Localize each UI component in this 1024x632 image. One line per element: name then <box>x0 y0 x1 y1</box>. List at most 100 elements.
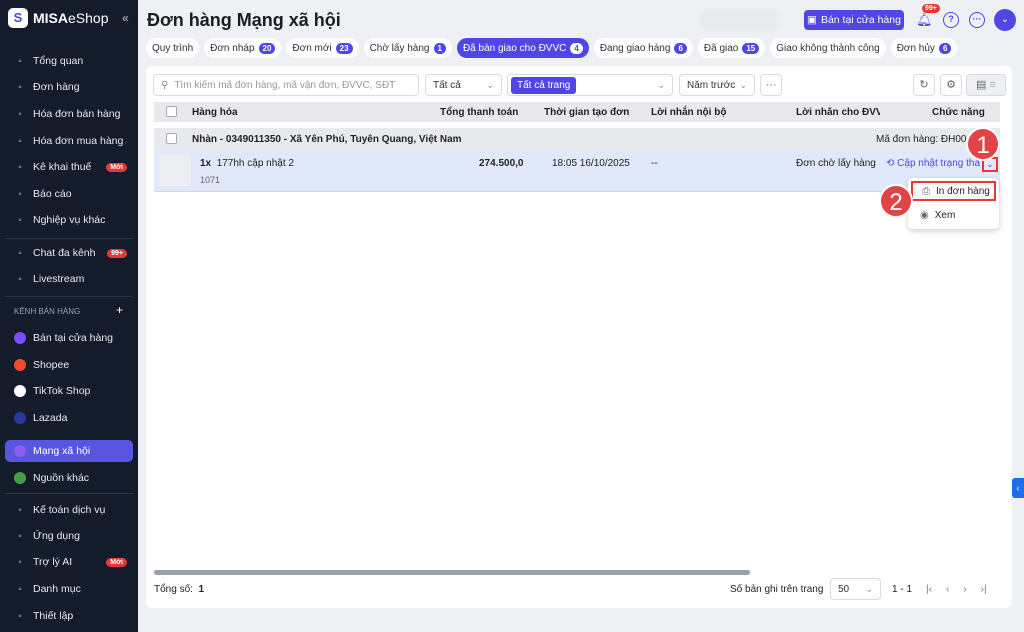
tab-count: 6 <box>674 42 687 54</box>
tab[interactable]: Đã bàn giao cho ĐVVC 4 <box>456 38 589 58</box>
prev-page-icon[interactable]: ‹ <box>946 584 949 595</box>
filter-select[interactable]: Tất cả ⌄ <box>425 74 502 96</box>
card-view-icon[interactable]: ▤ <box>976 79 986 91</box>
tab[interactable]: Giao không thành công <box>770 38 886 58</box>
order-code: Mã đơn hàng: ĐH00 <box>876 134 967 145</box>
select-all-checkbox[interactable] <box>166 106 177 117</box>
sidebar-item[interactable]: Shopee <box>5 354 133 376</box>
sidebar-item[interactable]: ◦ Thiết lập <box>5 605 133 627</box>
col-carrier-note: Lời nhắn cho ĐVVC <box>796 107 880 118</box>
list-view-icon[interactable]: ≡ <box>990 79 996 91</box>
sidebar-item[interactable]: ◦ Hóa đơn bán hàng <box>5 103 133 125</box>
add-channel-button[interactable]: + <box>116 303 123 317</box>
tab[interactable]: Đơn nháp 20 <box>204 38 282 58</box>
sidebar-item[interactable]: Bán tại cửa hàng <box>5 327 133 349</box>
tab[interactable]: Đơn hủy 6 <box>890 38 958 58</box>
sidebar-item[interactable]: ◦ Livestream <box>5 268 133 290</box>
tab-label: Đơn hủy <box>896 42 935 54</box>
collapse-sidebar-icon[interactable]: « <box>122 11 129 25</box>
sidebar-item-label: Danh mục <box>33 583 81 595</box>
list-icon: ◦ <box>18 214 22 226</box>
first-page-icon[interactable]: |‹ <box>926 584 932 595</box>
update-status-label: Cập nhật trạng thá <box>897 158 981 169</box>
order-checkbox[interactable] <box>166 133 177 144</box>
store-sale-button[interactable]: ▣ Bán tại cửa hàng <box>804 10 904 30</box>
sidebar-item-label: Hóa đơn mua hàng <box>33 135 124 147</box>
sidebar-item[interactable]: Nguồn khác <box>5 467 133 489</box>
avatar[interactable]: ⌄ <box>994 9 1016 31</box>
tab-label: Chờ lấy hàng <box>369 42 430 54</box>
sidebar-item[interactable]: ◦ Tổng quan <box>5 50 133 72</box>
chart-icon: ◦ <box>18 188 22 200</box>
col-total: Tổng thanh toán <box>440 107 519 118</box>
notification-badge: 99+ <box>922 4 940 13</box>
last-page-icon[interactable]: ›| <box>981 584 987 595</box>
sidebar-item[interactable]: ◦ Trợ lý AI Mới <box>5 551 133 573</box>
sidebar-item[interactable]: ◦ Báo cáo <box>5 183 133 205</box>
next-page-icon[interactable]: › <box>963 584 966 595</box>
sidebar-item-label: Shopee <box>33 359 70 371</box>
bell-icon[interactable]: 🔔︎ <box>916 12 933 28</box>
more-filters-button[interactable]: ··· <box>760 74 782 96</box>
eye-icon: ◉ <box>920 209 929 221</box>
actions-dropdown-menu: ⎙ In đơn hàng ◉ Xem <box>908 178 999 229</box>
internal-note: -- <box>651 158 658 169</box>
tab[interactable]: Đã giao 15 <box>697 38 766 58</box>
print-order-label: In đơn hàng <box>936 185 990 197</box>
sidebar-item-label: Hóa đơn bán hàng <box>33 108 121 120</box>
page-range: 1 - 1 <box>892 584 913 595</box>
tab-count: 20 <box>258 42 276 54</box>
sidebar-item[interactable]: ◦ Kê khai thuế Mới <box>5 156 133 178</box>
sidebar-item-label: Trợ lý AI <box>33 556 73 568</box>
per-page-label: Số bản ghi trên trang <box>730 584 824 595</box>
livestream-icon: ◦ <box>18 273 22 285</box>
tab[interactable]: Đang giao hàng 6 <box>593 38 693 58</box>
tab-label: Đơn nháp <box>210 42 255 54</box>
sidebar-item[interactable]: TikTok Shop <box>5 380 133 402</box>
tab-label: Đã bàn giao cho ĐVVC <box>462 42 567 54</box>
sidebar-item-label: Chat đa kênh <box>33 247 96 259</box>
sidebar-item[interactable]: ◦ Kế toán dịch vụ <box>5 499 133 521</box>
tab[interactable]: Đơn mới 23 <box>286 38 359 58</box>
table-row[interactable]: 1x 177hh cập nhật 2 1071 274.500,0 18:05… <box>154 150 1000 192</box>
sidebar-item[interactable]: Lazada <box>5 407 133 429</box>
divider <box>5 238 133 239</box>
expand-panel-icon[interactable]: ‹ <box>1012 478 1024 498</box>
tax-icon: ◦ <box>18 161 22 173</box>
search-input[interactable]: ⚲ Tìm kiếm mã đơn hàng, mã vận đơn, ĐVVC,… <box>153 74 419 96</box>
settings-icon[interactable]: ⚙ <box>940 74 962 96</box>
apps-icon: ◦ <box>18 530 22 542</box>
print-order-item[interactable]: ⎙ In đơn hàng <box>911 181 996 201</box>
channel-icon <box>14 332 26 344</box>
pagination: |‹ ‹ › ›| <box>926 584 987 595</box>
channel-icon <box>14 359 26 371</box>
help-icon[interactable]: ? <box>943 12 959 28</box>
badge: Mới <box>106 557 127 567</box>
recipient: Nhàn - 0349011350 - Xã Yên Phú, Tuyên Qu… <box>192 134 462 145</box>
sidebar-item-label: Kế toán dịch vụ <box>33 504 106 516</box>
sidebar-item[interactable]: ◦ Nghiệp vụ khác <box>5 209 133 231</box>
horizontal-scrollbar[interactable] <box>154 570 750 575</box>
view-item[interactable]: ◉ Xem <box>911 205 996 225</box>
refresh-icon[interactable]: ↻ <box>913 74 935 96</box>
view-toggle[interactable]: ▤ ≡ <box>966 74 1006 96</box>
tab[interactable]: Chờ lấy hàng 1 <box>363 38 452 58</box>
more-icon[interactable]: ··· <box>969 12 985 28</box>
sidebar-item[interactable]: ◦ Đơn hàng <box>5 76 133 98</box>
sidebar-item[interactable]: ◦ Danh mục <box>5 578 133 600</box>
sidebar-item[interactable]: ◦ Hóa đơn mua hàng <box>5 130 133 152</box>
period-select[interactable]: Năm trước ⌄ <box>679 74 755 96</box>
update-status-button[interactable]: ⟲ Cập nhật trạng thá <box>886 158 980 169</box>
gear-icon: ◦ <box>18 610 22 622</box>
tab[interactable]: Quy trình <box>146 38 200 58</box>
invoice-icon: ◦ <box>18 108 22 120</box>
sidebar-item-label: Đơn hàng <box>33 81 80 93</box>
sidebar-item[interactable]: ◦ Chat đa kênh 99+ <box>5 242 133 264</box>
page-filter-select[interactable]: Tất cả trang ⌄ <box>507 74 673 96</box>
logo[interactable]: S MISAeShop <box>8 8 108 28</box>
sidebar-item[interactable]: ◦ Ứng dụng <box>5 525 133 547</box>
orders-card: ⚲ Tìm kiếm mã đơn hàng, mã vận đơn, ĐVVC,… <box>146 66 1012 608</box>
per-page-select[interactable]: 50 ⌄ <box>830 578 881 600</box>
printer-icon: ⎙ <box>922 185 930 197</box>
sidebar-item[interactable]: Mạng xã hội <box>5 440 133 462</box>
